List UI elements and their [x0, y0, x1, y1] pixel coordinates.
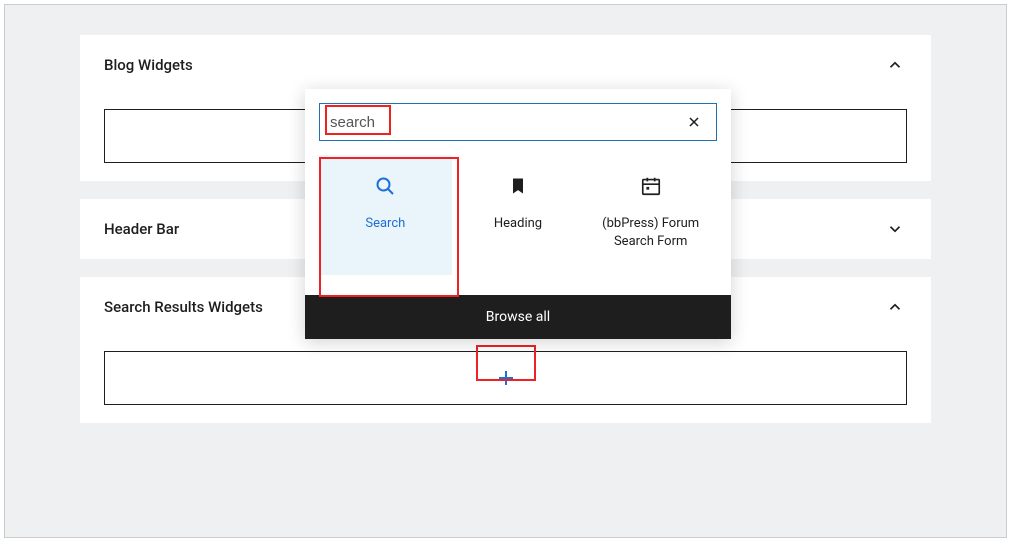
widgets-editor: Blog Widgets Header Bar Search Results W… [4, 4, 1007, 538]
block-search-field [319, 103, 717, 141]
block-inserter-popover: Search Heading (bbPress) Forum Search Fo… [305, 89, 731, 339]
block-item-search[interactable]: Search [319, 155, 452, 275]
block-results-grid: Search Heading (bbPress) Forum Search Fo… [305, 155, 731, 295]
block-label: Heading [494, 215, 542, 233]
panel-title: Header Bar [104, 220, 179, 238]
bookmark-icon [505, 173, 531, 199]
block-item-bbpress-forum-search[interactable]: (bbPress) Forum Search Form [584, 155, 717, 275]
search-input[interactable] [330, 114, 682, 131]
panel-header-blog-widgets[interactable]: Blog Widgets [104, 53, 907, 77]
clear-search-button[interactable] [682, 112, 706, 132]
chevron-down-icon[interactable] [883, 217, 907, 241]
browse-all-button[interactable]: Browse all [305, 295, 731, 339]
search-results-dropzone[interactable] [104, 351, 907, 405]
block-label: (bbPress) Forum Search Form [590, 215, 711, 251]
search-icon [372, 173, 398, 199]
block-label: Search [365, 215, 405, 233]
block-search-wrap [305, 89, 731, 155]
add-block-button[interactable] [494, 366, 518, 390]
chevron-up-icon[interactable] [883, 53, 907, 77]
block-item-heading[interactable]: Heading [452, 155, 585, 275]
panel-title: Blog Widgets [104, 56, 193, 74]
chevron-up-icon[interactable] [883, 295, 907, 319]
panel-title: Search Results Widgets [104, 298, 263, 316]
calendar-icon [638, 173, 664, 199]
